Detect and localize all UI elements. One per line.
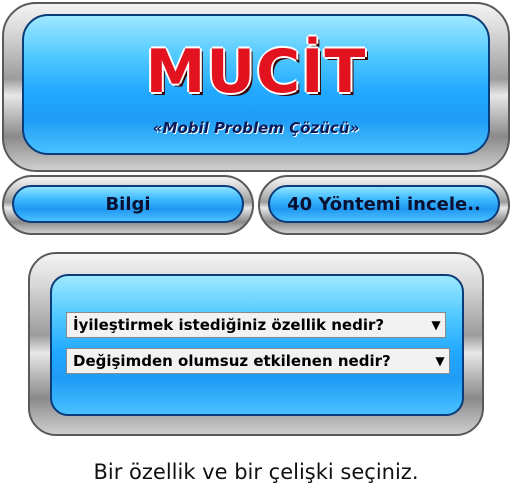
instruction-text: Bir özellik ve bir çelişki seçiniz.: [93, 460, 419, 484]
header-panel: MUCİT «Mobil Problem Çözücü»: [22, 14, 490, 155]
feature-dropdown[interactable]: İyileştirmek istediğiniz özellik nedir? …: [66, 312, 446, 338]
info-button-frame: Bilgi: [2, 175, 254, 235]
methods-button[interactable]: 40 Yöntemi incele..: [268, 185, 500, 223]
info-button[interactable]: Bilgi: [12, 185, 244, 223]
chevron-down-icon: ▼: [435, 354, 445, 368]
chevron-down-icon: ▼: [431, 318, 441, 332]
selection-panel: İyileştirmek istediğiniz özellik nedir? …: [50, 274, 464, 416]
app-tagline: «Mobil Problem Çözücü»: [152, 119, 360, 137]
feature-dropdown-value: İyileştirmek istediğiniz özellik nedir?: [73, 316, 385, 334]
negative-effect-dropdown[interactable]: Değişimden olumsuz etkilenen nedir? ▼: [66, 348, 450, 374]
negative-effect-dropdown-value: Değişimden olumsuz etkilenen nedir?: [73, 352, 391, 370]
methods-button-frame: 40 Yöntemi incele..: [258, 175, 510, 235]
app-logo: MUCİT: [145, 37, 367, 107]
